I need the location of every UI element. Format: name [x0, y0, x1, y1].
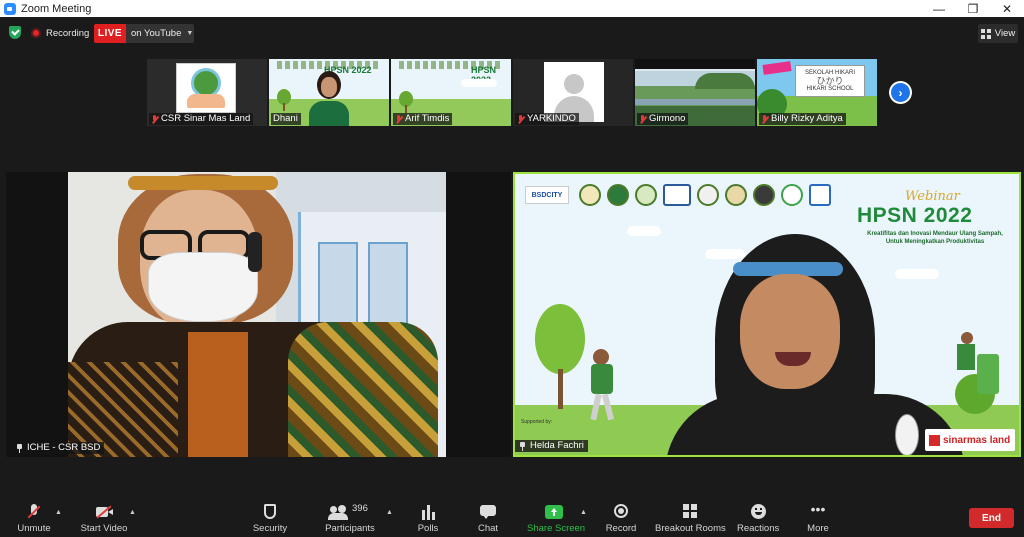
polls-icon	[419, 504, 437, 520]
end-meeting-button[interactable]: End	[969, 508, 1014, 528]
live-badge: LIVE	[94, 24, 126, 43]
mic-muted-icon	[761, 114, 768, 124]
grid-view-icon	[980, 28, 991, 39]
pin-icon	[519, 442, 526, 451]
meeting-toolbar: Unmute ▲ Start Video ▲ Security 396 Part…	[0, 498, 1024, 537]
supported-by-label: Supported by:	[521, 419, 553, 425]
unmute-button[interactable]: Unmute	[14, 504, 54, 534]
reactions-button[interactable]: Reactions	[737, 504, 779, 534]
window-title: Zoom Meeting	[21, 2, 92, 15]
video-options-chevron-icon[interactable]: ▲	[129, 509, 136, 516]
next-page-button[interactable]: ›	[889, 81, 912, 104]
participants-count: 396	[352, 503, 368, 514]
ellipsis-icon: •••	[810, 501, 826, 517]
record-button[interactable]: Record	[605, 504, 637, 534]
pin-icon	[16, 444, 23, 453]
participant-thumbnail[interactable]: HPSN 2022 Arif Timdis	[391, 59, 511, 126]
participant-thumbnail[interactable]: YARKINDO	[513, 59, 633, 126]
mic-muted-icon	[25, 504, 43, 520]
video-off-icon	[95, 504, 113, 520]
participant-name-label: Girmono	[637, 113, 689, 125]
webinar-title: HPSN 2022	[857, 204, 973, 227]
sinarmas-mark-icon	[929, 434, 940, 446]
partner-logo	[697, 184, 719, 206]
participants-button[interactable]: 396 Participants	[325, 503, 375, 534]
chevron-down-icon: ▼	[186, 30, 194, 37]
participant-video	[309, 69, 349, 126]
sinarmas-land-logo: sinarmas land	[925, 429, 1015, 451]
mic-muted-icon	[151, 114, 158, 124]
participant-thumbnail[interactable]: SEKOLAH HIKARI ひかり HIKARI SCHOOL Billy R…	[757, 59, 877, 126]
participant-video	[68, 172, 446, 457]
audio-options-chevron-icon[interactable]: ▲	[55, 509, 62, 516]
mic-muted-icon	[517, 114, 524, 124]
polls-button[interactable]: Polls	[414, 504, 442, 534]
participants-options-chevron-icon[interactable]: ▲	[386, 509, 393, 516]
share-options-chevron-icon[interactable]: ▲	[580, 509, 587, 516]
record-icon	[612, 504, 630, 520]
school-sign: SEKOLAH HIKARI ひかり HIKARI SCHOOL	[795, 65, 865, 97]
window-controls: — ❐ ✕	[922, 0, 1024, 17]
mic-muted-icon	[639, 114, 646, 124]
breakout-rooms-button[interactable]: Breakout Rooms	[655, 504, 726, 534]
partner-logo	[579, 184, 601, 206]
partner-logo	[725, 184, 747, 206]
view-label: View	[994, 28, 1016, 39]
chat-icon	[479, 504, 497, 520]
recording-dot-icon	[31, 28, 41, 38]
participant-name-label: Billy Rizky Aditya	[759, 113, 846, 125]
close-button[interactable]: ✕	[990, 0, 1024, 17]
breakout-rooms-icon	[681, 504, 699, 520]
live-stream-button[interactable]: LIVE on YouTube ▼	[94, 24, 194, 43]
share-screen-button[interactable]: Share Screen	[527, 504, 585, 534]
smiley-icon	[749, 504, 767, 520]
encryption-shield-icon[interactable]	[9, 26, 21, 39]
participants-icon: 396	[328, 503, 370, 520]
video-tile-active-speaker[interactable]: BSDCITY Webinar HPSN 2022 Kreatifitas da…	[513, 172, 1021, 457]
partner-logo	[753, 184, 775, 206]
participant-thumbnail[interactable]: HPSN 2022 Dhani	[269, 59, 389, 126]
bsd-city-logo: BSDCITY	[525, 186, 569, 204]
zoom-app-icon	[4, 2, 16, 15]
recording-label: Recording	[46, 27, 90, 39]
participant-avatar	[176, 63, 236, 113]
participant-name-label: Dhani	[271, 113, 301, 125]
partner-logo	[663, 184, 691, 206]
participant-name-label: Helda Fachri	[515, 440, 588, 452]
maximize-button[interactable]: ❐	[956, 0, 990, 17]
webinar-script: Webinar	[905, 189, 960, 204]
sponsor-logos: BSDCITY	[525, 184, 831, 206]
live-target-label: on YouTube	[131, 28, 182, 39]
meeting-status-bar: Recording LIVE on YouTube ▼ View	[0, 22, 1024, 44]
participant-video	[665, 234, 965, 455]
title-bar: Zoom Meeting — ❐ ✕	[0, 0, 1024, 17]
participant-thumbnail[interactable]: Girmono	[635, 59, 755, 126]
shield-icon	[261, 504, 279, 520]
participant-name-label: Arif Timdis	[393, 113, 453, 125]
more-button[interactable]: ••• More	[804, 501, 832, 534]
partner-logo	[607, 184, 629, 206]
mic-muted-icon	[395, 114, 402, 124]
participant-name-label: CSR Sinar Mas Land	[149, 113, 254, 125]
participant-name-label: ICHE - CSR BSD	[12, 442, 105, 454]
chevron-right-icon: ›	[891, 83, 910, 102]
recycle-logo	[781, 184, 803, 206]
minimize-button[interactable]: —	[922, 0, 956, 17]
participant-name-label: YARKINDO	[515, 113, 579, 125]
participant-thumbnail[interactable]: CSR Sinar Mas Land	[147, 59, 267, 126]
chat-button[interactable]: Chat	[475, 504, 501, 534]
video-tile-left[interactable]: ICHE - CSR BSD	[6, 172, 511, 457]
share-screen-icon	[545, 504, 563, 520]
partner-logo	[809, 184, 831, 206]
view-button[interactable]: View	[978, 24, 1018, 43]
security-button[interactable]: Security	[252, 504, 288, 534]
partner-logo	[635, 184, 657, 206]
start-video-button[interactable]: Start Video	[80, 504, 128, 534]
recording-indicator[interactable]: Recording	[31, 24, 89, 42]
participant-thumbnail-strip: CSR Sinar Mas Land HPSN 2022 Dhani HPSN …	[147, 59, 879, 126]
